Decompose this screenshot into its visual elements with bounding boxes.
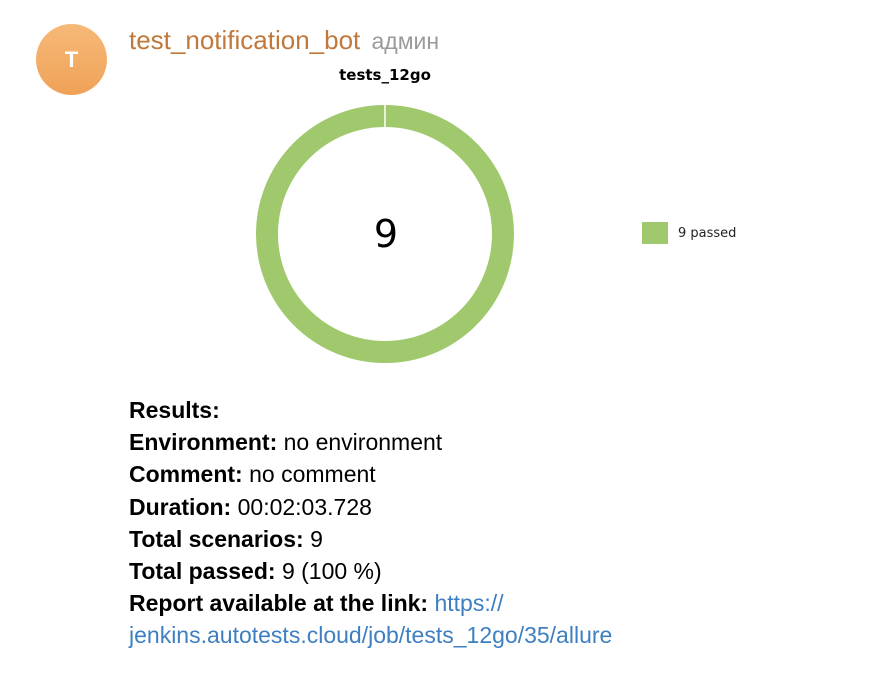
total-scenarios-label: Total scenarios:	[129, 525, 304, 552]
environment-line: Environment: no environment	[129, 426, 612, 458]
report-line: Report available at the link: https://	[129, 587, 612, 619]
environment-label: Environment:	[129, 429, 278, 456]
comment-label: Comment:	[129, 461, 243, 488]
report-label: Report available at the link:	[129, 590, 429, 617]
donut-chart-svg: 9	[256, 105, 514, 363]
results-chart[interactable]: 9 tests_12go 9 passed	[129, 60, 849, 390]
comment-line: Comment: no comment	[129, 458, 612, 490]
report-link-part2[interactable]: jenkins.autotests.cloud/job/tests_12go/3…	[129, 622, 612, 648]
chart-legend: 9 passed	[642, 222, 736, 244]
results-heading-label: Results:	[129, 397, 220, 423]
avatar[interactable]: T	[36, 24, 107, 95]
results-text: Results: Environment: no environment Com…	[129, 394, 612, 652]
results-heading: Results:	[129, 394, 612, 426]
duration-value: 00:02:03.728	[237, 493, 372, 520]
comment-value: no comment	[249, 461, 376, 488]
message-header: test_notification_bot админ	[129, 24, 439, 57]
avatar-letter: T	[64, 46, 79, 72]
environment-value: no environment	[283, 429, 443, 456]
sender-role-badge: админ	[371, 28, 440, 54]
duration-line: Duration: 00:02:03.728	[129, 491, 612, 523]
sender-name[interactable]: test_notification_bot	[129, 25, 360, 55]
report-link-line: jenkins.autotests.cloud/job/tests_12go/3…	[129, 619, 612, 651]
total-passed-value: 9 (100 %)	[281, 558, 382, 585]
report-link-part1[interactable]: https://	[434, 590, 503, 616]
donut-center-label: 9	[374, 212, 398, 256]
total-scenarios-line: Total scenarios: 9	[129, 523, 612, 555]
legend-swatch	[642, 222, 668, 244]
total-scenarios-value: 9	[310, 525, 323, 552]
total-passed-label: Total passed:	[129, 558, 276, 585]
legend-label: 9 passed	[678, 225, 737, 241]
total-passed-line: Total passed: 9 (100 %)	[129, 555, 612, 587]
duration-label: Duration:	[129, 493, 232, 520]
chart-title: tests_12go	[339, 66, 431, 84]
